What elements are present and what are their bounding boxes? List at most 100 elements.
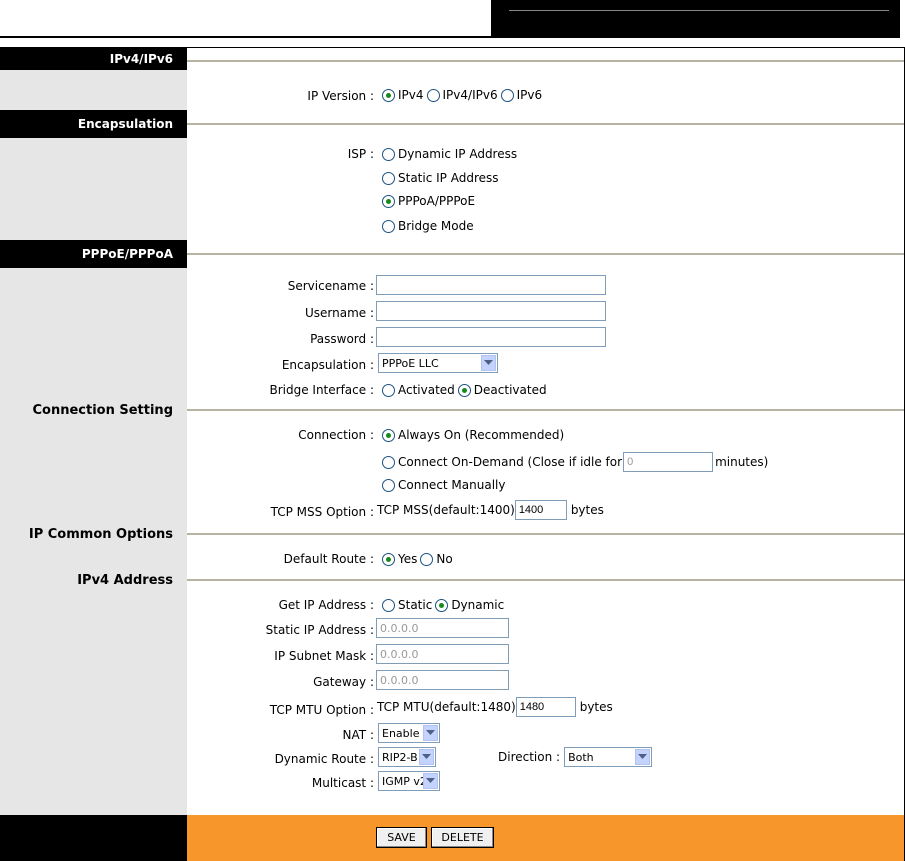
- dynamic-route-row: RIP2-B Direction : Both: [378, 747, 653, 767]
- footer-accent: [187, 815, 904, 861]
- dynamic-route-value: RIP2-B: [382, 750, 418, 764]
- isp-static-radio[interactable]: [382, 171, 395, 185]
- username-input[interactable]: [376, 301, 606, 321]
- get-ip-group: Static Dynamic: [382, 598, 507, 612]
- connection-label: Connection :: [298, 428, 374, 442]
- connection-option-label: Connect Manually: [398, 478, 506, 492]
- default-route-yes-radio[interactable]: [382, 552, 395, 566]
- divider: [187, 409, 904, 411]
- bridge-option: Deactivated: [473, 383, 547, 397]
- gateway-input[interactable]: [376, 670, 509, 690]
- static-ip-label: Static IP Address :: [265, 623, 374, 637]
- multicast-label: Multicast :: [311, 776, 374, 790]
- idle-minutes-input[interactable]: [623, 452, 714, 472]
- direction-label: Direction :: [498, 750, 561, 764]
- tcp-mss-unit: bytes: [570, 503, 604, 517]
- header-edge: [900, 0, 905, 38]
- chevron-down-icon: [423, 725, 438, 741]
- nat-label: NAT :: [342, 728, 374, 742]
- tcp-mtu-default-text: TCP MTU(default:1480): [377, 700, 516, 714]
- get-ip-dynamic-radio[interactable]: [435, 598, 449, 612]
- default-route-group: Yes No: [382, 552, 456, 566]
- section-encapsulation: Encapsulation: [0, 110, 187, 138]
- divider: [187, 123, 904, 125]
- tcp-mtu-row: TCP MTU(default:1480) bytes: [377, 697, 613, 717]
- subnet-mask-label: IP Subnet Mask :: [274, 649, 374, 663]
- divider: [187, 253, 904, 255]
- tcp-mss-label: TCP MSS Option :: [270, 505, 374, 519]
- section-ip-common: IP Common Options: [28, 527, 173, 542]
- tcp-mss-input[interactable]: [514, 500, 567, 520]
- tcp-mss-default-text: TCP MSS(default:1400): [377, 503, 515, 517]
- isp-dynamic-radio[interactable]: [382, 147, 395, 161]
- connection-on-demand: Connect On-Demand (Close if idle for minu…: [382, 452, 768, 472]
- top-header-bar: [493, 0, 900, 38]
- default-route-option: Yes: [398, 552, 418, 566]
- bridge-interface-group: Activated Deactivated: [382, 383, 550, 397]
- chevron-down-icon: [419, 749, 434, 765]
- ip-version-option: IPv6: [516, 88, 543, 102]
- ip-version-ipv4-radio[interactable]: [382, 88, 395, 102]
- connection-on-demand-radio[interactable]: [382, 455, 395, 469]
- isp-option-bridge: Bridge Mode: [382, 219, 474, 233]
- isp-option-label: Bridge Mode: [398, 219, 474, 233]
- save-button[interactable]: SAVE: [376, 827, 427, 848]
- get-ip-static-radio[interactable]: [382, 598, 395, 612]
- username-label: Username :: [304, 306, 374, 320]
- multicast-value: IGMP v2: [382, 774, 427, 788]
- header-divider: [509, 10, 889, 11]
- ip-version-ipv4ipv6-radio[interactable]: [426, 88, 440, 102]
- nat-select[interactable]: Enable: [378, 723, 440, 743]
- ip-version-option: IPv4/IPv6: [442, 88, 498, 102]
- connection-option-label: Connect On-Demand (Close if idle for: [398, 455, 623, 469]
- divider: [187, 579, 904, 581]
- isp-label: ISP :: [347, 147, 374, 161]
- isp-pppoe-radio[interactable]: [382, 194, 395, 208]
- divider: [187, 60, 904, 62]
- isp-bridge-radio[interactable]: [382, 219, 395, 233]
- default-route-option: No: [436, 552, 453, 566]
- ip-version-ipv6-radio[interactable]: [500, 88, 514, 102]
- tcp-mtu-input[interactable]: [515, 697, 576, 717]
- direction-select[interactable]: Both: [564, 747, 653, 767]
- ip-version-label: IP Version :: [307, 89, 374, 103]
- servicename-input[interactable]: [376, 275, 606, 295]
- get-ip-option: Static: [398, 598, 433, 612]
- default-route-label: Default Route :: [283, 552, 374, 566]
- connection-manual: Connect Manually: [382, 478, 505, 492]
- section-pppoe: PPPoE/PPPoA: [0, 240, 187, 268]
- multicast-row: IGMP v2: [378, 771, 440, 791]
- connection-always-on-radio[interactable]: [382, 428, 395, 442]
- minutes-label: minutes): [715, 455, 769, 469]
- default-route-no-radio[interactable]: [420, 552, 434, 566]
- section-ipv4ipv6: IPv4/IPv6: [0, 48, 187, 70]
- section-connection-setting: Connection Setting: [32, 403, 173, 418]
- connection-option-label: Always On (Recommended): [398, 428, 565, 442]
- get-ip-label: Get IP Address :: [278, 598, 374, 612]
- servicename-label: Servicename :: [287, 279, 374, 293]
- multicast-select[interactable]: IGMP v2: [378, 771, 440, 791]
- connection-manual-radio[interactable]: [382, 478, 395, 492]
- gateway-label: Gateway :: [313, 675, 374, 689]
- tcp-mtu-label: TCP MTU Option :: [269, 703, 374, 717]
- chevron-down-icon: [635, 749, 651, 765]
- ip-version-group: IPv4 IPv4/IPv6 IPv6: [382, 88, 545, 102]
- chevron-down-icon: [423, 773, 438, 789]
- delete-button[interactable]: DELETE: [431, 827, 494, 848]
- encapsulation-select[interactable]: PPPoE LLC: [378, 353, 498, 373]
- bridge-activated-radio[interactable]: [382, 383, 395, 397]
- subnet-mask-input[interactable]: [376, 644, 509, 664]
- footer-left: [0, 815, 187, 861]
- connection-always-on: Always On (Recommended): [382, 428, 564, 442]
- nat-value: Enable: [382, 726, 420, 740]
- bridge-option: Activated: [398, 383, 455, 397]
- dynamic-route-select[interactable]: RIP2-B: [378, 747, 436, 767]
- bridge-deactivated-radio[interactable]: [457, 383, 471, 397]
- bridge-interface-label: Bridge Interface :: [269, 383, 374, 397]
- password-input[interactable]: [376, 327, 606, 347]
- nat-row: Enable: [378, 723, 440, 743]
- dynamic-route-label: Dynamic Route :: [274, 752, 374, 766]
- divider: [187, 533, 904, 535]
- static-ip-input[interactable]: [376, 618, 509, 638]
- encapsulation-label: Encapsulation :: [281, 358, 374, 372]
